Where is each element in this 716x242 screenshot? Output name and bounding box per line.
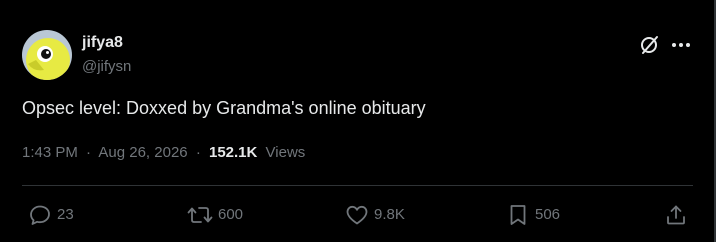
retweet-button[interactable]: 600 [187,200,243,230]
reply-icon [30,205,50,225]
meta-separator-2: · [195,144,201,161]
bird-avatar-icon [22,30,72,80]
more-icon [672,43,690,47]
like-count: 9.8K [374,206,405,223]
retweet-count: 600 [218,206,244,223]
retweet-icon [187,207,213,223]
bookmark-button[interactable]: 506 [506,200,560,230]
bookmark-count: 506 [535,206,561,223]
divider [22,185,693,186]
avatar[interactable] [22,30,72,80]
tweet-meta: 1:43 PM · Aug 26, 2026 · 152.1K Views [22,143,305,163]
tweet-date[interactable]: Aug 26, 2026 [98,144,187,161]
views-label: Views [265,144,306,161]
views-count[interactable]: 152.1K [209,144,257,161]
more-options-button[interactable] [667,32,695,58]
reply-button[interactable]: 23 [28,200,74,230]
tweet-text: Opsec level: Doxxed by Grandma's online … [22,98,426,118]
like-icon [346,205,368,225]
author-name[interactable]: jifya8 [82,33,123,53]
tweet-card: jifya8 @jifysn Opsec level: Doxxed by Gr… [0,0,714,242]
like-button[interactable]: 9.8K [345,200,405,230]
grok-button[interactable] [637,32,663,58]
author-handle[interactable]: @jifysn [82,57,131,77]
meta-separator: · [86,144,92,161]
action-bar: 23 600 9.8K 506 [0,200,714,230]
reply-count: 23 [57,206,74,223]
share-icon [667,205,685,225]
tweet-time[interactable]: 1:43 PM [22,144,78,161]
share-button[interactable] [664,200,688,230]
bookmark-icon [510,205,526,225]
grok-icon [641,36,658,54]
